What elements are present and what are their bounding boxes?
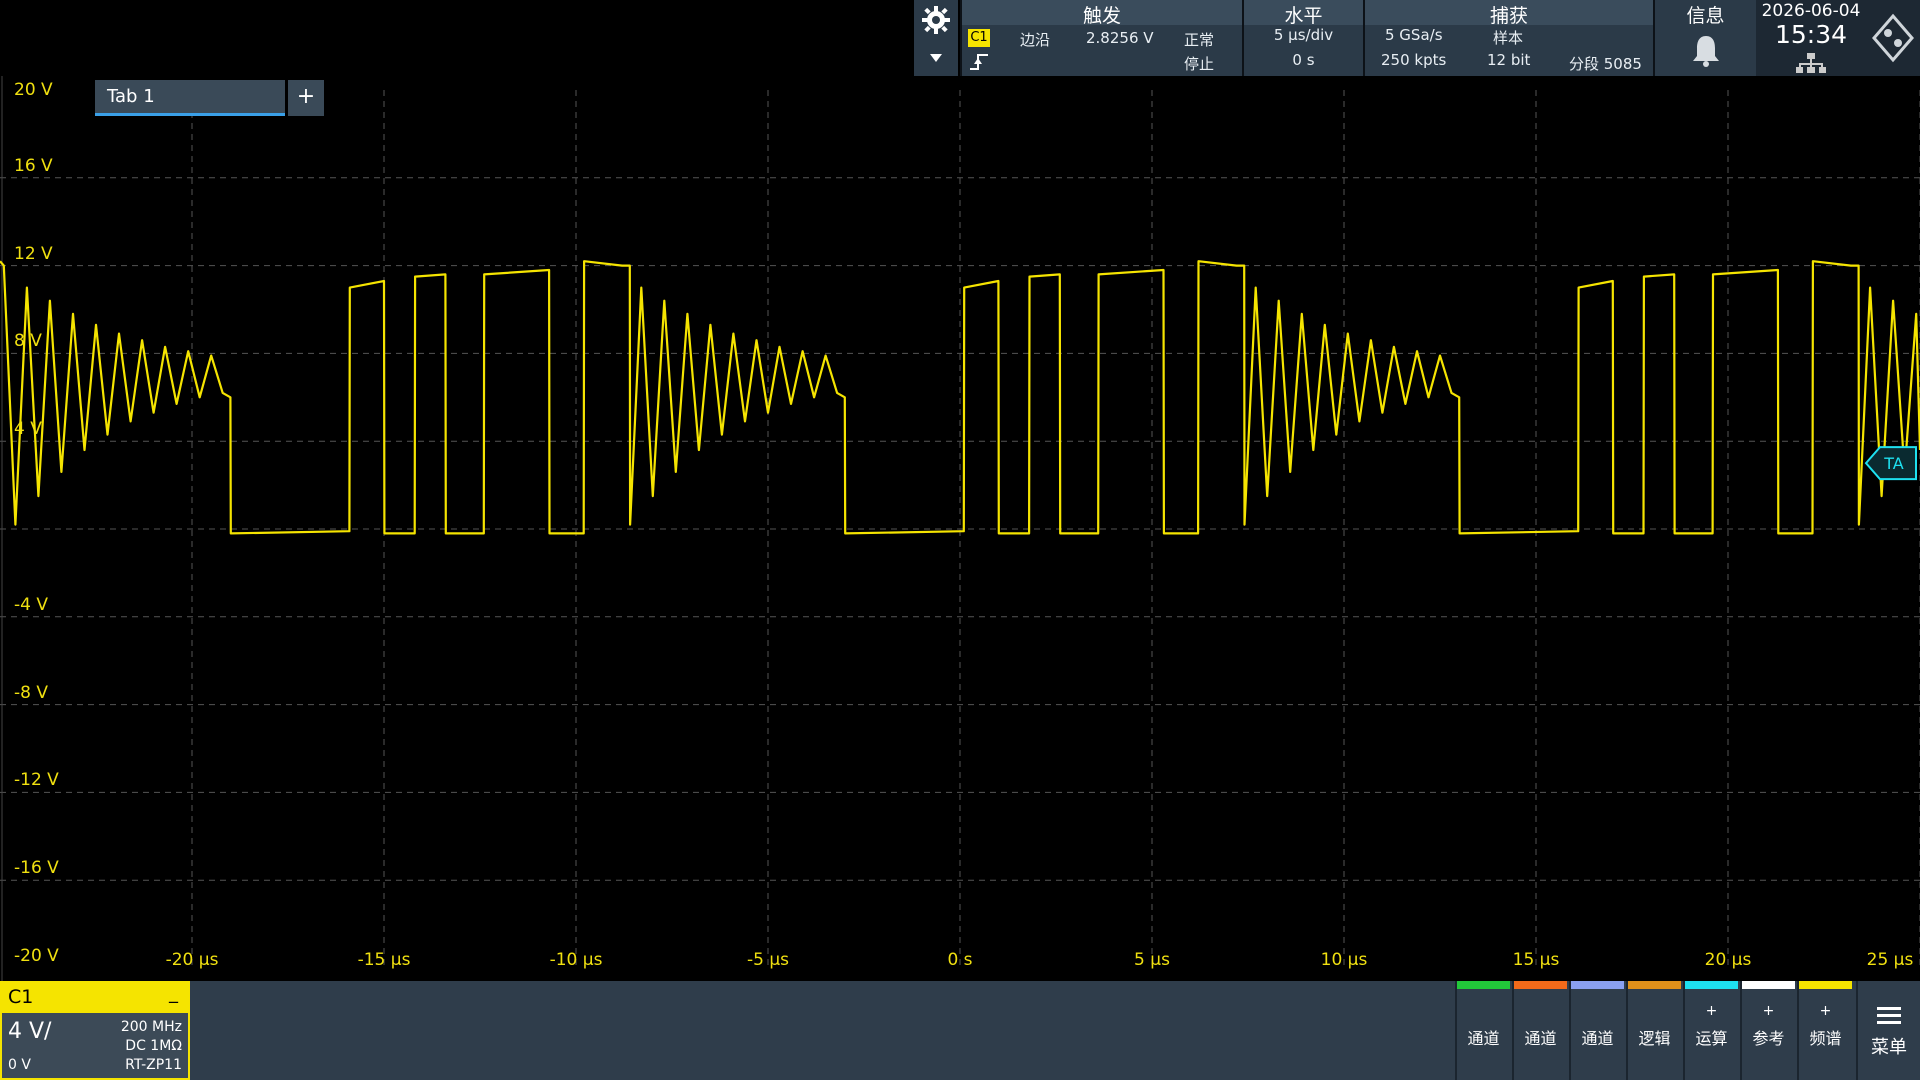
- x-tick-label: 25 µs: [1866, 950, 1914, 970]
- horizontal-panel[interactable]: 水平 5 µs/div 0 s: [1242, 0, 1363, 76]
- y-tick-label: 16 V: [14, 155, 53, 176]
- minimize-button[interactable]: _: [169, 983, 178, 1004]
- resolution: 12 bit: [1487, 51, 1531, 69]
- waveform-plot[interactable]: TA: [0, 76, 1920, 981]
- button-plus: +: [1762, 1003, 1775, 1019]
- button-label: 通道: [1581, 1029, 1614, 1048]
- button-plus: +: [1819, 1003, 1832, 1019]
- channel-name: C1: [8, 986, 34, 1008]
- x-tick-label: -10 µs: [549, 950, 603, 970]
- button-stripe: [1571, 981, 1624, 989]
- info-panel[interactable]: 信息: [1653, 0, 1756, 76]
- logic-button[interactable]: 逻辑: [1626, 981, 1681, 1080]
- marker-layer: TA: [1864, 446, 1917, 481]
- chevron-down-icon: [930, 54, 942, 62]
- button-stripe: [1685, 981, 1738, 989]
- y-tick-label: 8 V: [14, 331, 42, 352]
- trigger-panel[interactable]: 触发 C1 边沿 2.8256 V 正常 停止: [960, 0, 1242, 76]
- y-tick-label: 12 V: [14, 243, 53, 264]
- menu-label: 菜单: [1871, 1037, 1907, 1058]
- segment-count: 分段 5085: [1569, 55, 1642, 73]
- trigger-marker[interactable]: TA: [1864, 446, 1917, 481]
- x-tick-label: -15 µs: [357, 950, 411, 970]
- y-tick-label: -20 V: [14, 946, 59, 966]
- x-tick-label: -5 µs: [746, 950, 790, 970]
- button-stripe: [1628, 981, 1681, 989]
- trigger-marker-label: TA: [1883, 454, 1904, 473]
- y-tick-label: 4 V: [14, 419, 42, 440]
- info-title: 信息: [1686, 5, 1725, 27]
- network-icon: [1796, 53, 1826, 73]
- horizontal-position: 0 s: [1292, 51, 1315, 69]
- y-tick-label: -4 V: [14, 594, 48, 615]
- add-tab-button[interactable]: +: [288, 80, 324, 116]
- logo-icon: [1872, 13, 1914, 63]
- channel-coupling: DC 1MΩ: [125, 1038, 182, 1054]
- y-tick-label: -12 V: [14, 770, 59, 791]
- sample-rate: 5 GSa/s: [1385, 26, 1443, 44]
- tab-1[interactable]: Tab 1: [95, 80, 285, 116]
- y-tick-label: -16 V: [14, 858, 59, 879]
- trigger-mode: 正常: [1184, 31, 1215, 49]
- channel-1-header: C1 _: [2, 983, 188, 1013]
- date-text: 2026-06-04: [1761, 1, 1861, 21]
- y-tick-label: 20 V: [14, 80, 53, 100]
- trigger-type: 边沿: [1020, 31, 1051, 49]
- bell-icon: [1693, 36, 1719, 67]
- channel-offset: 0 V: [8, 1057, 31, 1073]
- gear-icon: [922, 6, 950, 34]
- x-tick-label: 0 s: [947, 950, 973, 970]
- button-plus: +: [1705, 1003, 1718, 1019]
- button-label: 逻辑: [1638, 1029, 1671, 1048]
- datetime-panel: 2026-06-04 15:34: [1756, 0, 1866, 76]
- channel-1-panel[interactable]: C1 _ 4 V/ 0 V 200 MHz DC 1MΩ RT-ZP11: [0, 981, 190, 1080]
- acquisition-panel[interactable]: 捕获 5 GSa/s 样本 250 kpts 12 bit 分段 5085: [1363, 0, 1653, 76]
- x-tick-label: 15 µs: [1512, 950, 1560, 970]
- button-stripe: [1514, 981, 1567, 989]
- horizontal-title: 水平: [1284, 5, 1323, 27]
- grid: [0, 76, 1920, 981]
- trigger-title: 触发: [1082, 5, 1121, 27]
- trigger-channel-badge: C1: [968, 29, 990, 47]
- acquisition-mode: 样本: [1493, 29, 1524, 47]
- spectrum-button[interactable]: + 频谱: [1797, 981, 1852, 1080]
- trigger-state: 停止: [1184, 55, 1215, 73]
- channel-button-1[interactable]: 通道: [1455, 981, 1510, 1080]
- x-tick-label: 10 µs: [1320, 950, 1368, 970]
- time-text: 15:34: [1774, 20, 1848, 49]
- tab-label: Tab 1: [107, 86, 155, 107]
- math-button[interactable]: + 运算: [1683, 981, 1738, 1080]
- channel-button-3[interactable]: 通道: [1569, 981, 1624, 1080]
- horizontal-scale: 5 µs/div: [1273, 26, 1334, 44]
- channel-bandwidth: 200 MHz: [120, 1019, 182, 1035]
- channel-probe: RT-ZP11: [125, 1057, 182, 1073]
- rs-logo[interactable]: [1866, 0, 1920, 76]
- button-label: 通道: [1524, 1029, 1557, 1048]
- top-toolbar: 触发 C1 边沿 2.8256 V 正常 停止 水平 5 µs/div 0 s …: [0, 0, 1920, 76]
- button-stripe: [1742, 981, 1795, 989]
- record-length: 250 kpts: [1381, 51, 1447, 69]
- menu-button[interactable]: 菜单: [1856, 981, 1920, 1080]
- reference-button[interactable]: + 参考: [1740, 981, 1795, 1080]
- x-tick-label: -20 µs: [165, 950, 219, 970]
- button-stripe: [1799, 981, 1852, 989]
- channel-scale: 4 V/: [8, 1019, 52, 1044]
- hamburger-icon: [1877, 1007, 1901, 1024]
- button-label: 通道: [1467, 1029, 1500, 1048]
- y-tick-label: -8 V: [14, 682, 48, 703]
- button-label: 运算: [1695, 1029, 1728, 1048]
- button-stripe: [1457, 981, 1510, 989]
- channel-button-2[interactable]: 通道: [1512, 981, 1567, 1080]
- settings-button[interactable]: [914, 0, 958, 76]
- trigger-level: 2.8256 V: [1086, 29, 1154, 47]
- button-label: 频谱: [1809, 1029, 1842, 1048]
- x-tick-label: 20 µs: [1704, 950, 1752, 970]
- button-label: 参考: [1752, 1029, 1785, 1048]
- acquisition-title: 捕获: [1489, 5, 1528, 27]
- x-tick-label: 5 µs: [1134, 950, 1170, 970]
- waveform-display[interactable]: TA: [0, 76, 1920, 981]
- rising-edge-icon: [970, 54, 988, 70]
